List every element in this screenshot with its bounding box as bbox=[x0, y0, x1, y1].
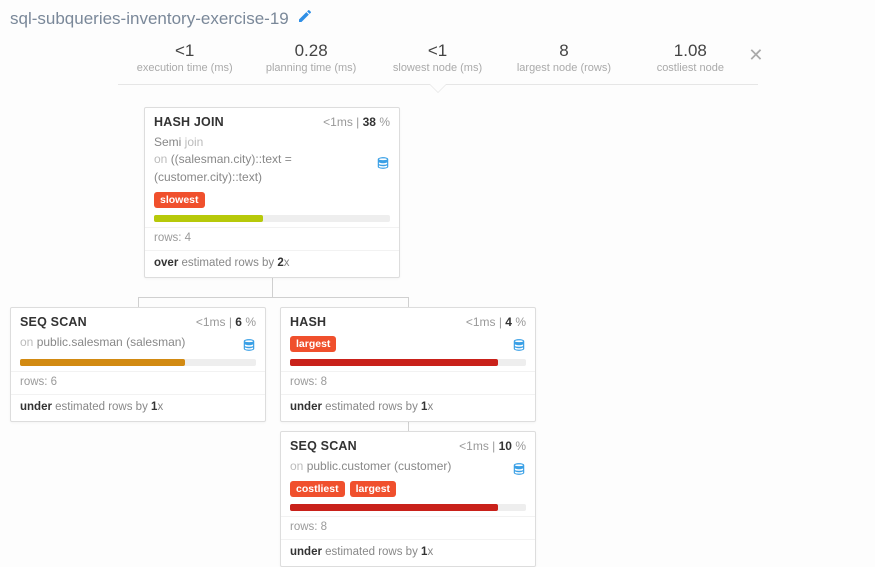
cost-bar bbox=[290, 504, 526, 511]
page-title: sql-subqueries-inventory-exercise-19 bbox=[10, 9, 289, 29]
stat-value: 8 bbox=[501, 41, 627, 61]
stat-label: planning time (ms) bbox=[248, 62, 374, 74]
connector bbox=[408, 297, 409, 307]
database-icon bbox=[512, 338, 526, 355]
node-tags: largest bbox=[281, 334, 535, 359]
tag-largest: largest bbox=[290, 336, 336, 352]
node-detail: on public.salesman (salesman) bbox=[11, 334, 265, 359]
rows-text: rows: 6 bbox=[11, 371, 265, 394]
plan-canvas: HASH JOIN <1ms | 38 % Semi join on ((sal… bbox=[0, 107, 875, 557]
node-op: SEQ SCAN bbox=[20, 315, 87, 329]
rows-text: rows: 4 bbox=[145, 227, 399, 250]
estimate-text: under estimated rows by 1x bbox=[11, 394, 265, 421]
estimate-text: under estimated rows by 1x bbox=[281, 394, 535, 421]
tag-slowest: slowest bbox=[154, 192, 205, 208]
caret-down-icon bbox=[429, 84, 447, 93]
cost-bar-fill bbox=[290, 359, 498, 366]
close-icon[interactable]: ✕ bbox=[748, 45, 763, 66]
tag-costliest: costliest bbox=[290, 481, 345, 497]
stat-costliest-node: 1.08 costliest node bbox=[627, 41, 753, 74]
plan-node-seqscan-customer[interactable]: SEQ SCAN <1ms | 10 % on public.customer … bbox=[280, 431, 536, 567]
plan-node-hash[interactable]: HASH <1ms | 4 % largest rows: 8 under es… bbox=[280, 307, 536, 422]
plan-node-hash-join[interactable]: HASH JOIN <1ms | 38 % Semi join on ((sal… bbox=[144, 107, 400, 278]
node-meta: <1ms | 4 % bbox=[466, 315, 526, 329]
plan-node-seqscan-salesman[interactable]: SEQ SCAN <1ms | 6 % on public.salesman (… bbox=[10, 307, 266, 422]
estimate-text: under estimated rows by 1x bbox=[281, 539, 535, 566]
tag-largest: largest bbox=[350, 481, 396, 497]
node-tags: costliest largest bbox=[281, 481, 535, 504]
node-meta: <1ms | 6 % bbox=[196, 315, 256, 329]
estimate-text: over estimated rows by 2x bbox=[145, 250, 399, 277]
rows-text: rows: 8 bbox=[281, 516, 535, 539]
database-icon bbox=[512, 462, 526, 479]
stat-value: 1.08 bbox=[627, 41, 753, 61]
cost-bar bbox=[20, 359, 256, 366]
stat-slowest-node: <1 slowest node (ms) bbox=[374, 41, 500, 74]
pencil-icon[interactable] bbox=[297, 8, 313, 29]
node-meta: <1ms | 38 % bbox=[323, 115, 390, 129]
node-op: HASH JOIN bbox=[154, 115, 224, 129]
summary-stats: <1 execution time (ms) 0.28 planning tim… bbox=[118, 35, 758, 85]
node-detail: on public.customer (customer) bbox=[281, 458, 535, 481]
node-detail: Semi join on ((salesman.city)::text = (c… bbox=[145, 134, 399, 192]
stat-label: slowest node (ms) bbox=[374, 62, 500, 74]
cost-bar-fill bbox=[20, 359, 185, 366]
stat-planning-time: 0.28 planning time (ms) bbox=[248, 41, 374, 74]
node-meta: <1ms | 10 % bbox=[459, 439, 526, 453]
cost-bar bbox=[290, 359, 526, 366]
node-op: SEQ SCAN bbox=[290, 439, 357, 453]
stat-largest-node: 8 largest node (rows) bbox=[501, 41, 627, 74]
cost-bar bbox=[154, 215, 390, 222]
stat-label: execution time (ms) bbox=[122, 62, 248, 74]
node-op: HASH bbox=[290, 315, 326, 329]
database-icon bbox=[376, 156, 390, 173]
stat-value: <1 bbox=[374, 41, 500, 61]
cost-bar-fill bbox=[154, 215, 263, 222]
connector bbox=[138, 297, 408, 298]
stat-execution-time: <1 execution time (ms) bbox=[122, 41, 248, 74]
rows-text: rows: 8 bbox=[281, 371, 535, 394]
stat-value: <1 bbox=[122, 41, 248, 61]
cost-bar-fill bbox=[290, 504, 498, 511]
stat-label: costliest node bbox=[627, 62, 753, 74]
stat-value: 0.28 bbox=[248, 41, 374, 61]
page-title-row: sql-subqueries-inventory-exercise-19 bbox=[0, 0, 875, 35]
node-tags: slowest bbox=[145, 192, 399, 215]
connector bbox=[272, 277, 273, 297]
stat-label: largest node (rows) bbox=[501, 62, 627, 74]
database-icon bbox=[242, 338, 256, 355]
connector bbox=[138, 297, 139, 307]
